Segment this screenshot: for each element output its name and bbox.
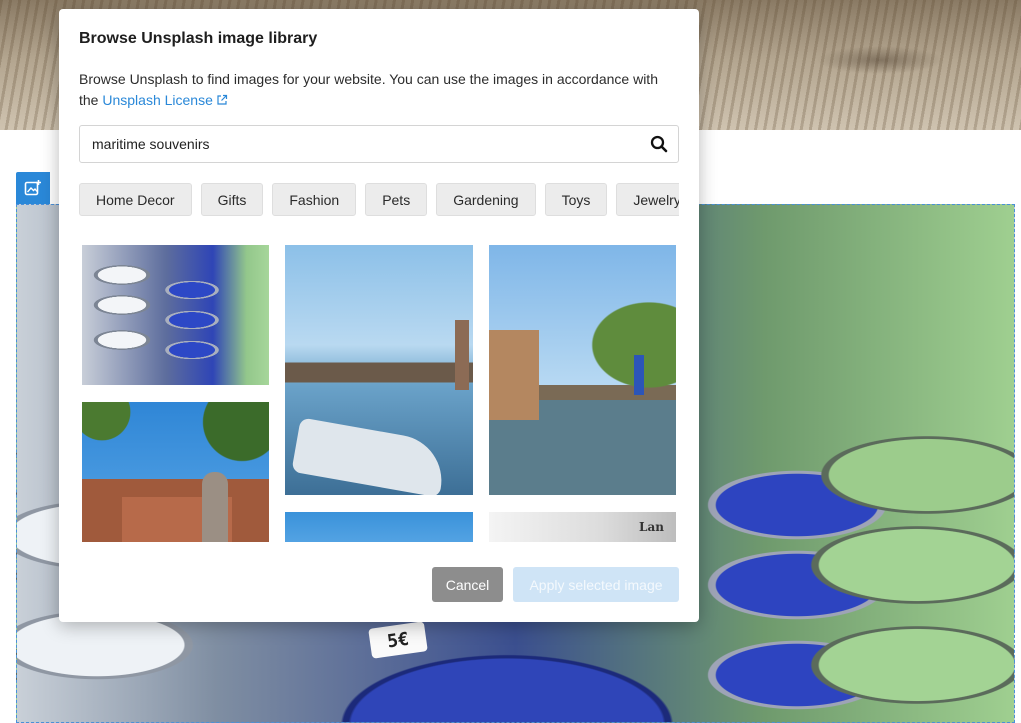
result-image-canal-boat[interactable] (285, 245, 473, 495)
apply-selected-image-button[interactable]: Apply selected image (513, 567, 679, 602)
flag-shape (634, 355, 644, 395)
image-results-grid: Lan (79, 242, 679, 542)
chip-home-decor[interactable]: Home Decor (79, 183, 192, 216)
search-box (79, 125, 679, 163)
category-chips: Home Decor Gifts Fashion Pets Gardening Toys J… (79, 183, 679, 217)
license-link-label: Unsplash License (102, 92, 213, 108)
chip-gifts[interactable]: Gifts (200, 183, 264, 216)
sign-text: Lan (639, 520, 664, 534)
search-icon[interactable] (650, 135, 668, 153)
add-image-icon (24, 180, 41, 196)
image-block-button[interactable] (16, 172, 50, 204)
chip-jewelry[interactable]: Jewelry (616, 183, 679, 216)
cancel-button[interactable]: Cancel (432, 567, 503, 602)
result-image-building[interactable] (82, 402, 269, 542)
result-image-sign[interactable]: Lan (489, 512, 676, 542)
unsplash-license-link[interactable]: Unsplash License (102, 92, 228, 108)
chip-pets[interactable]: Pets (365, 183, 428, 216)
tower-shape (202, 472, 228, 542)
chip-fashion[interactable]: Fashion (272, 183, 357, 216)
chip-gardening[interactable]: Gardening (436, 183, 536, 216)
search-input[interactable] (80, 126, 640, 162)
result-image-ceramic-boats[interactable] (82, 245, 269, 385)
result-image-sky[interactable] (285, 512, 473, 542)
modal-title: Browse Unsplash image library (79, 30, 318, 47)
house-shape (489, 330, 539, 420)
boat-shape (291, 417, 449, 495)
external-link-icon (217, 94, 227, 105)
unsplash-modal: Browse Unsplash image library Browse Uns… (59, 9, 699, 622)
church-tower-shape (455, 320, 469, 390)
modal-description: Browse Unsplash to find images for your … (79, 69, 679, 111)
result-image-canal-houses[interactable] (489, 245, 676, 495)
chip-toys[interactable]: Toys (544, 183, 608, 216)
